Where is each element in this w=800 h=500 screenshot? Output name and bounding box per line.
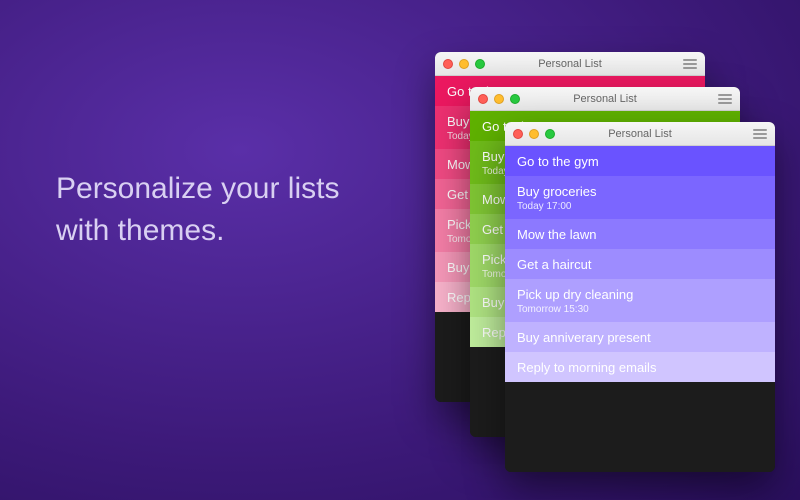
window-stack: Personal List Go to the gym Buy groceries T… <box>435 52 775 472</box>
list-item[interactable]: Get a haircut <box>505 249 775 279</box>
menu-icon[interactable] <box>718 94 732 104</box>
list-item-subtitle: Today 17:00 <box>517 201 763 212</box>
list-item-title: Buy anniverary present <box>517 330 763 345</box>
zoom-icon[interactable] <box>475 59 485 69</box>
window-footer <box>505 382 775 472</box>
zoom-icon[interactable] <box>545 129 555 139</box>
close-icon[interactable] <box>478 94 488 104</box>
traffic-lights <box>513 129 555 139</box>
list-item-title: Reply to morning emails <box>517 360 763 375</box>
list-item[interactable]: Go to the gym <box>505 146 775 176</box>
minimize-icon[interactable] <box>459 59 469 69</box>
list-item-title: Mow the lawn <box>517 227 763 242</box>
headline: Personalize your lists with themes. <box>56 168 416 252</box>
app-window-purple: Personal List Go to the gym Buy groceries T… <box>505 122 775 472</box>
traffic-lights <box>443 59 485 69</box>
minimize-icon[interactable] <box>529 129 539 139</box>
list-item[interactable]: Buy anniverary present <box>505 322 775 352</box>
titlebar[interactable]: Personal List <box>470 87 740 111</box>
traffic-lights <box>478 94 520 104</box>
list-item-title: Go to the gym <box>517 154 763 169</box>
todo-list: Go to the gym Buy groceries Today 17:00 Mow… <box>505 146 775 382</box>
menu-icon[interactable] <box>753 129 767 139</box>
list-item-title: Buy groceries <box>517 184 763 199</box>
titlebar[interactable]: Personal List <box>435 52 705 76</box>
list-item-title: Get a haircut <box>517 257 763 272</box>
zoom-icon[interactable] <box>510 94 520 104</box>
close-icon[interactable] <box>513 129 523 139</box>
titlebar[interactable]: Personal List <box>505 122 775 146</box>
headline-line-2: with themes. <box>56 214 224 247</box>
headline-line-1: Personalize your lists <box>56 172 339 205</box>
list-item[interactable]: Mow the lawn <box>505 219 775 249</box>
list-item-title: Pick up dry cleaning <box>517 287 763 302</box>
list-item[interactable]: Buy groceries Today 17:00 <box>505 176 775 219</box>
close-icon[interactable] <box>443 59 453 69</box>
list-item[interactable]: Pick up dry cleaning Tomorrow 15:30 <box>505 279 775 322</box>
list-item-subtitle: Tomorrow 15:30 <box>517 304 763 315</box>
list-item[interactable]: Reply to morning emails <box>505 352 775 382</box>
menu-icon[interactable] <box>683 59 697 69</box>
minimize-icon[interactable] <box>494 94 504 104</box>
